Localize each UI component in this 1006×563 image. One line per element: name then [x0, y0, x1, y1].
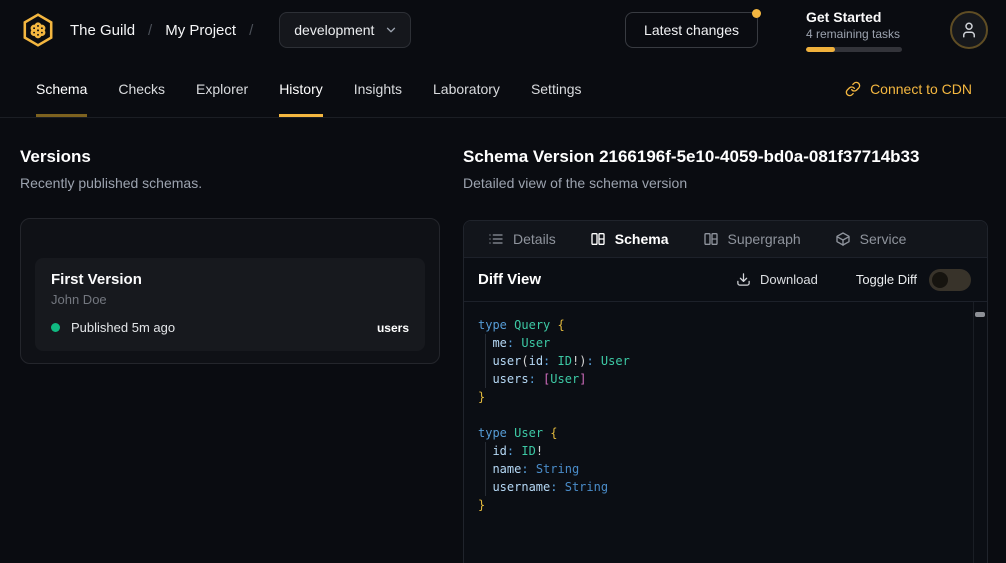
get-started-subtitle: 4 remaining tasks — [806, 27, 902, 41]
scrollbar-thumb[interactable] — [975, 312, 985, 317]
tab-schema-label: Schema — [615, 231, 669, 247]
code-line: name: String — [478, 460, 963, 478]
code-line: user(id: ID!): User — [478, 352, 963, 370]
progress-fill — [806, 47, 835, 52]
version-author: John Doe — [51, 292, 409, 307]
code-line: } — [478, 388, 963, 406]
get-started-progressbar — [806, 47, 902, 52]
schema-version-subtitle: Detailed view of the schema version — [463, 175, 988, 191]
versions-title: Versions — [20, 147, 440, 167]
tab-service[interactable]: Service — [835, 231, 907, 247]
schema-version-column: Schema Version 2166196f-5e10-4059-bd0a-0… — [463, 118, 988, 563]
version-status-row: Published 5m ago users — [51, 320, 409, 335]
connect-to-cdn-label: Connect to CDN — [870, 81, 972, 97]
breadcrumb-org[interactable]: The Guild — [70, 22, 135, 39]
tab-history[interactable]: History — [279, 60, 323, 117]
project-nav: Schema Checks Explorer History Insights … — [0, 60, 1006, 118]
toggle-diff-switch[interactable] — [929, 269, 971, 291]
indent-guide — [485, 442, 486, 496]
code-line: type User { — [478, 424, 963, 442]
schema-version-title: Schema Version 2166196f-5e10-4059-bd0a-0… — [463, 147, 988, 167]
service-badge: users — [377, 321, 409, 335]
schema-code-viewer[interactable]: type Query { me: User user(id: ID!): Use… — [464, 302, 987, 563]
cube-icon — [835, 231, 851, 247]
breadcrumb-separator: / — [249, 22, 253, 39]
code-line: me: User — [478, 334, 963, 352]
published-status-dot — [51, 323, 60, 332]
latest-changes-label: Latest changes — [644, 22, 739, 38]
diff-view-header: Diff View Download Toggle Diff — [464, 258, 987, 302]
tab-insights[interactable]: Insights — [354, 60, 402, 117]
code-line: username: String — [478, 478, 963, 496]
breadcrumb-project[interactable]: My Project — [165, 22, 236, 39]
download-label: Download — [760, 272, 818, 287]
tab-laboratory[interactable]: Laboratory — [433, 60, 500, 117]
tab-supergraph[interactable]: Supergraph — [703, 231, 801, 247]
tab-explorer[interactable]: Explorer — [196, 60, 248, 117]
tab-service-label: Service — [860, 231, 907, 247]
toggle-diff-label: Toggle Diff — [856, 272, 917, 287]
tab-details[interactable]: Details — [488, 231, 556, 247]
main-content: Versions Recently published schemas. Fir… — [0, 118, 1006, 563]
version-title: First Version — [51, 271, 409, 288]
notification-dot — [752, 9, 761, 18]
user-icon — [960, 21, 978, 39]
breadcrumb-separator: / — [148, 22, 152, 39]
code-line — [478, 406, 963, 424]
code-line: } — [478, 496, 963, 514]
versions-list-card: First Version John Doe Published 5m ago … — [20, 218, 440, 364]
version-list-item[interactable]: First Version John Doe Published 5m ago … — [35, 258, 425, 351]
indent-guide — [485, 334, 486, 388]
diff-actions: Download Toggle Diff — [736, 269, 971, 291]
tab-supergraph-label: Supergraph — [728, 231, 801, 247]
header-right: Latest changes Get Started 4 remaining t… — [625, 9, 988, 52]
hive-logo-icon[interactable] — [20, 12, 56, 48]
app-header: The Guild / My Project / development Lat… — [0, 0, 1006, 60]
latest-changes-button[interactable]: Latest changes — [625, 12, 758, 48]
schema-detail-panel: Details Schema Sup — [463, 220, 988, 563]
diff-view-title: Diff View — [478, 271, 541, 288]
tab-checks[interactable]: Checks — [118, 60, 165, 117]
detail-tabs: Details Schema Sup — [464, 221, 987, 258]
get-started-title: Get Started — [806, 9, 902, 25]
versions-subtitle: Recently published schemas. — [20, 175, 440, 191]
code-line: type Query { — [478, 316, 963, 334]
scrollbar-track — [973, 302, 974, 563]
chevron-down-icon — [384, 23, 398, 37]
version-status: Published 5m ago — [71, 320, 175, 335]
list-icon — [488, 231, 504, 247]
download-button[interactable]: Download — [736, 272, 818, 287]
versions-column: Versions Recently published schemas. Fir… — [20, 118, 440, 563]
switch-knob — [932, 272, 948, 288]
tab-details-label: Details — [513, 231, 556, 247]
link-icon — [845, 81, 861, 97]
environment-select[interactable]: development — [279, 12, 411, 48]
download-icon — [736, 272, 751, 287]
connect-to-cdn-link[interactable]: Connect to CDN — [845, 60, 972, 117]
tab-schema[interactable]: Schema — [36, 60, 87, 117]
get-started-widget[interactable]: Get Started 4 remaining tasks — [806, 9, 902, 52]
user-avatar[interactable] — [950, 11, 988, 49]
columns-icon — [703, 231, 719, 247]
tab-settings[interactable]: Settings — [531, 60, 582, 117]
tab-schema-detail[interactable]: Schema — [590, 231, 669, 247]
code-line: id: ID! — [478, 442, 963, 460]
code-line: users: [User] — [478, 370, 963, 388]
code-lines: type Query { me: User user(id: ID!): Use… — [478, 316, 963, 514]
columns-icon — [590, 231, 606, 247]
environment-select-value: development — [294, 22, 374, 38]
